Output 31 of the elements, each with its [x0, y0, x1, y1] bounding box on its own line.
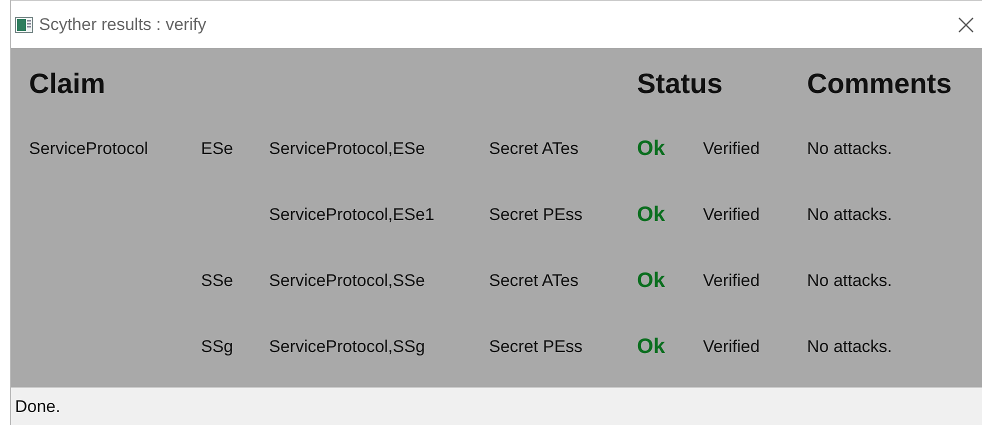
claim-type: Secret ATes: [489, 271, 578, 290]
status-text: Ok: [637, 203, 666, 226]
comment-text: No attacks.: [807, 139, 892, 158]
verdict-text: Verified: [703, 205, 760, 224]
claim-label: ServiceProtocol,SSg: [269, 337, 425, 356]
role-name: ESe: [201, 139, 234, 158]
column-header: Status: [637, 68, 724, 100]
verdict-text: Verified: [703, 337, 760, 356]
column-header: Comments: [807, 68, 953, 100]
status-text: Done.: [15, 396, 60, 416]
verdict-text: Verified: [703, 271, 760, 290]
claim-type: Secret PEss: [489, 337, 583, 356]
status-text: Ok: [637, 335, 666, 358]
protocol-name: ServiceProtocol: [29, 139, 148, 158]
app-icon: [15, 16, 33, 32]
comment-text: No attacks.: [807, 271, 892, 290]
claim-type: Secret PEss: [489, 205, 583, 224]
verdict-text: Verified: [703, 139, 760, 158]
status-text: Ok: [637, 269, 666, 292]
claim-label: ServiceProtocol,ESe1: [269, 205, 434, 224]
role-name: SSe: [201, 271, 234, 290]
claim-label: ServiceProtocol,ESe: [269, 139, 425, 158]
role-name: SSg: [201, 337, 234, 356]
column-header: Claim: [29, 68, 106, 100]
close-icon[interactable]: [958, 16, 974, 32]
window-title: Scyther results : verify: [39, 14, 208, 34]
comment-text: No attacks.: [807, 337, 892, 356]
claim-type: Secret ATes: [489, 139, 578, 158]
status-text: Ok: [637, 137, 666, 160]
claim-label: ServiceProtocol,SSe: [269, 271, 425, 290]
comment-text: No attacks.: [807, 205, 892, 224]
